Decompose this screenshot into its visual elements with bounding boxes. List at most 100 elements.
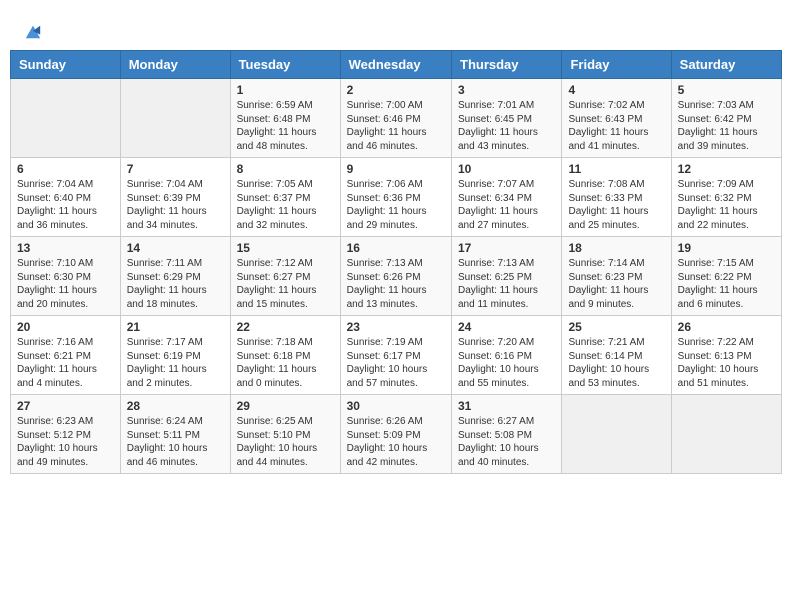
calendar-cell: 31 Sunrise: 6:27 AM Sunset: 5:08 PM Dayli… (452, 395, 562, 474)
calendar-cell: 23Sunrise: 7:19 AM Sunset: 6:17 PM Dayli… (340, 316, 451, 395)
calendar-cell: 20 Sunrise: 7:16 AM Sunset: 6:21 PM Dayli… (11, 316, 121, 395)
calendar-week-row: 1Sunrise: 6:59 AM Sunset: 6:48 PM Daylig… (11, 79, 782, 158)
calendar-cell: 16 Sunrise: 7:13 AM Sunset: 6:26 PM Dayli… (340, 237, 451, 316)
cell-info: Sunrise: 6:23 AM Sunset: 5:12 PM Dayligh… (17, 415, 114, 469)
cell-info: Sunrise: 7:03 AM Sunset: 6:42 PM Dayligh… (678, 99, 775, 153)
day-number: 7 (127, 162, 224, 176)
cell-info: Sunrise: 6:24 AM Sunset: 5:11 PM Dayligh… (127, 415, 224, 469)
day-number: 16 (347, 241, 445, 255)
day-number: 14 (127, 241, 224, 255)
calendar-cell: 26 Sunrise: 7:22 AM Sunset: 6:13 PM Dayli… (671, 316, 781, 395)
calendar-cell: 9 Sunrise: 7:06 AM Sunset: 6:36 PM Daylig… (340, 158, 451, 237)
calendar-body: 1Sunrise: 6:59 AM Sunset: 6:48 PM Daylig… (11, 79, 782, 474)
day-number: 13 (17, 241, 114, 255)
day-number: 4 (568, 83, 664, 97)
calendar-cell (562, 395, 671, 474)
calendar-cell: 22 Sunrise: 7:18 AM Sunset: 6:18 PM Dayli… (230, 316, 340, 395)
weekday-header-wednesday: Wednesday (340, 51, 451, 79)
day-number: 6 (17, 162, 114, 176)
calendar-cell (120, 79, 230, 158)
calendar-cell: 30 Sunrise: 6:26 AM Sunset: 5:09 PM Dayli… (340, 395, 451, 474)
day-number: 15 (237, 241, 334, 255)
calendar-cell: 13 Sunrise: 7:10 AM Sunset: 6:30 PM Dayli… (11, 237, 121, 316)
calendar-cell (671, 395, 781, 474)
calendar-cell: 15 Sunrise: 7:12 AM Sunset: 6:27 PM Dayli… (230, 237, 340, 316)
day-number: 3 (458, 83, 555, 97)
day-number: 27 (17, 399, 114, 413)
weekday-header-sunday: Sunday (11, 51, 121, 79)
weekday-header-tuesday: Tuesday (230, 51, 340, 79)
weekday-header-row: SundayMondayTuesdayWednesdayThursdayFrid… (11, 51, 782, 79)
calendar-cell: 7 Sunrise: 7:04 AM Sunset: 6:39 PM Daylig… (120, 158, 230, 237)
cell-info: Sunrise: 6:27 AM Sunset: 5:08 PM Dayligh… (458, 415, 555, 469)
cell-info: Sunrise: 7:22 AM Sunset: 6:13 PM Dayligh… (678, 336, 775, 390)
cell-info: Sunrise: 7:15 AM Sunset: 6:22 PM Dayligh… (678, 257, 775, 311)
calendar-header: SundayMondayTuesdayWednesdayThursdayFrid… (11, 51, 782, 79)
cell-info: Sunrise: 7:02 AM Sunset: 6:43 PM Dayligh… (568, 99, 664, 153)
day-number: 26 (678, 320, 775, 334)
calendar-cell: 10Sunrise: 7:07 AM Sunset: 6:34 PM Dayli… (452, 158, 562, 237)
cell-info: Sunrise: 7:14 AM Sunset: 6:23 PM Dayligh… (568, 257, 664, 311)
calendar-table: SundayMondayTuesdayWednesdayThursdayFrid… (10, 50, 782, 474)
weekday-header-monday: Monday (120, 51, 230, 79)
calendar-cell: 18Sunrise: 7:14 AM Sunset: 6:23 PM Dayli… (562, 237, 671, 316)
day-number: 2 (347, 83, 445, 97)
day-number: 5 (678, 83, 775, 97)
cell-info: Sunrise: 7:18 AM Sunset: 6:18 PM Dayligh… (237, 336, 334, 390)
cell-info: Sunrise: 7:12 AM Sunset: 6:27 PM Dayligh… (237, 257, 334, 311)
calendar-cell: 14Sunrise: 7:11 AM Sunset: 6:29 PM Dayli… (120, 237, 230, 316)
calendar-cell: 12Sunrise: 7:09 AM Sunset: 6:32 PM Dayli… (671, 158, 781, 237)
day-number: 22 (237, 320, 334, 334)
calendar-cell: 6 Sunrise: 7:04 AM Sunset: 6:40 PM Daylig… (11, 158, 121, 237)
cell-info: Sunrise: 7:07 AM Sunset: 6:34 PM Dayligh… (458, 178, 555, 232)
cell-info: Sunrise: 7:04 AM Sunset: 6:39 PM Dayligh… (127, 178, 224, 232)
day-number: 11 (568, 162, 664, 176)
cell-info: Sunrise: 6:26 AM Sunset: 5:09 PM Dayligh… (347, 415, 445, 469)
day-number: 29 (237, 399, 334, 413)
day-number: 9 (347, 162, 445, 176)
day-number: 28 (127, 399, 224, 413)
calendar-cell: 2 Sunrise: 7:00 AM Sunset: 6:46 PM Daylig… (340, 79, 451, 158)
cell-info: Sunrise: 7:21 AM Sunset: 6:14 PM Dayligh… (568, 336, 664, 390)
calendar-cell: 8Sunrise: 7:05 AM Sunset: 6:37 PM Daylig… (230, 158, 340, 237)
calendar-cell: 1Sunrise: 6:59 AM Sunset: 6:48 PM Daylig… (230, 79, 340, 158)
calendar-cell: 11 Sunrise: 7:08 AM Sunset: 6:33 PM Dayli… (562, 158, 671, 237)
day-number: 8 (237, 162, 334, 176)
day-number: 20 (17, 320, 114, 334)
calendar-cell: 28 Sunrise: 6:24 AM Sunset: 5:11 PM Dayli… (120, 395, 230, 474)
cell-info: Sunrise: 7:10 AM Sunset: 6:30 PM Dayligh… (17, 257, 114, 311)
logo-icon (24, 22, 42, 40)
calendar-cell: 24Sunrise: 7:20 AM Sunset: 6:16 PM Dayli… (452, 316, 562, 395)
calendar-cell: 5 Sunrise: 7:03 AM Sunset: 6:42 PM Daylig… (671, 79, 781, 158)
day-number: 31 (458, 399, 555, 413)
cell-info: Sunrise: 7:13 AM Sunset: 6:25 PM Dayligh… (458, 257, 555, 311)
calendar-cell: 3Sunrise: 7:01 AM Sunset: 6:45 PM Daylig… (452, 79, 562, 158)
cell-info: Sunrise: 7:17 AM Sunset: 6:19 PM Dayligh… (127, 336, 224, 390)
page-header (10, 10, 782, 45)
cell-info: Sunrise: 7:16 AM Sunset: 6:21 PM Dayligh… (17, 336, 114, 390)
calendar-cell: 25 Sunrise: 7:21 AM Sunset: 6:14 PM Dayli… (562, 316, 671, 395)
cell-info: Sunrise: 7:06 AM Sunset: 6:36 PM Dayligh… (347, 178, 445, 232)
calendar-cell: 17 Sunrise: 7:13 AM Sunset: 6:25 PM Dayli… (452, 237, 562, 316)
cell-info: Sunrise: 7:08 AM Sunset: 6:33 PM Dayligh… (568, 178, 664, 232)
cell-info: Sunrise: 7:19 AM Sunset: 6:17 PM Dayligh… (347, 336, 445, 390)
cell-info: Sunrise: 7:13 AM Sunset: 6:26 PM Dayligh… (347, 257, 445, 311)
day-number: 21 (127, 320, 224, 334)
calendar-cell (11, 79, 121, 158)
calendar-week-row: 27 Sunrise: 6:23 AM Sunset: 5:12 PM Dayli… (11, 395, 782, 474)
day-number: 12 (678, 162, 775, 176)
cell-info: Sunrise: 7:04 AM Sunset: 6:40 PM Dayligh… (17, 178, 114, 232)
day-number: 30 (347, 399, 445, 413)
day-number: 25 (568, 320, 664, 334)
cell-info: Sunrise: 7:20 AM Sunset: 6:16 PM Dayligh… (458, 336, 555, 390)
weekday-header-saturday: Saturday (671, 51, 781, 79)
cell-info: Sunrise: 7:00 AM Sunset: 6:46 PM Dayligh… (347, 99, 445, 153)
calendar-cell: 4 Sunrise: 7:02 AM Sunset: 6:43 PM Daylig… (562, 79, 671, 158)
day-number: 1 (237, 83, 334, 97)
cell-info: Sunrise: 6:25 AM Sunset: 5:10 PM Dayligh… (237, 415, 334, 469)
calendar-cell: 29 Sunrise: 6:25 AM Sunset: 5:10 PM Dayli… (230, 395, 340, 474)
calendar-week-row: 20 Sunrise: 7:16 AM Sunset: 6:21 PM Dayli… (11, 316, 782, 395)
calendar-cell: 19Sunrise: 7:15 AM Sunset: 6:22 PM Dayli… (671, 237, 781, 316)
day-number: 17 (458, 241, 555, 255)
calendar-week-row: 13 Sunrise: 7:10 AM Sunset: 6:30 PM Dayli… (11, 237, 782, 316)
